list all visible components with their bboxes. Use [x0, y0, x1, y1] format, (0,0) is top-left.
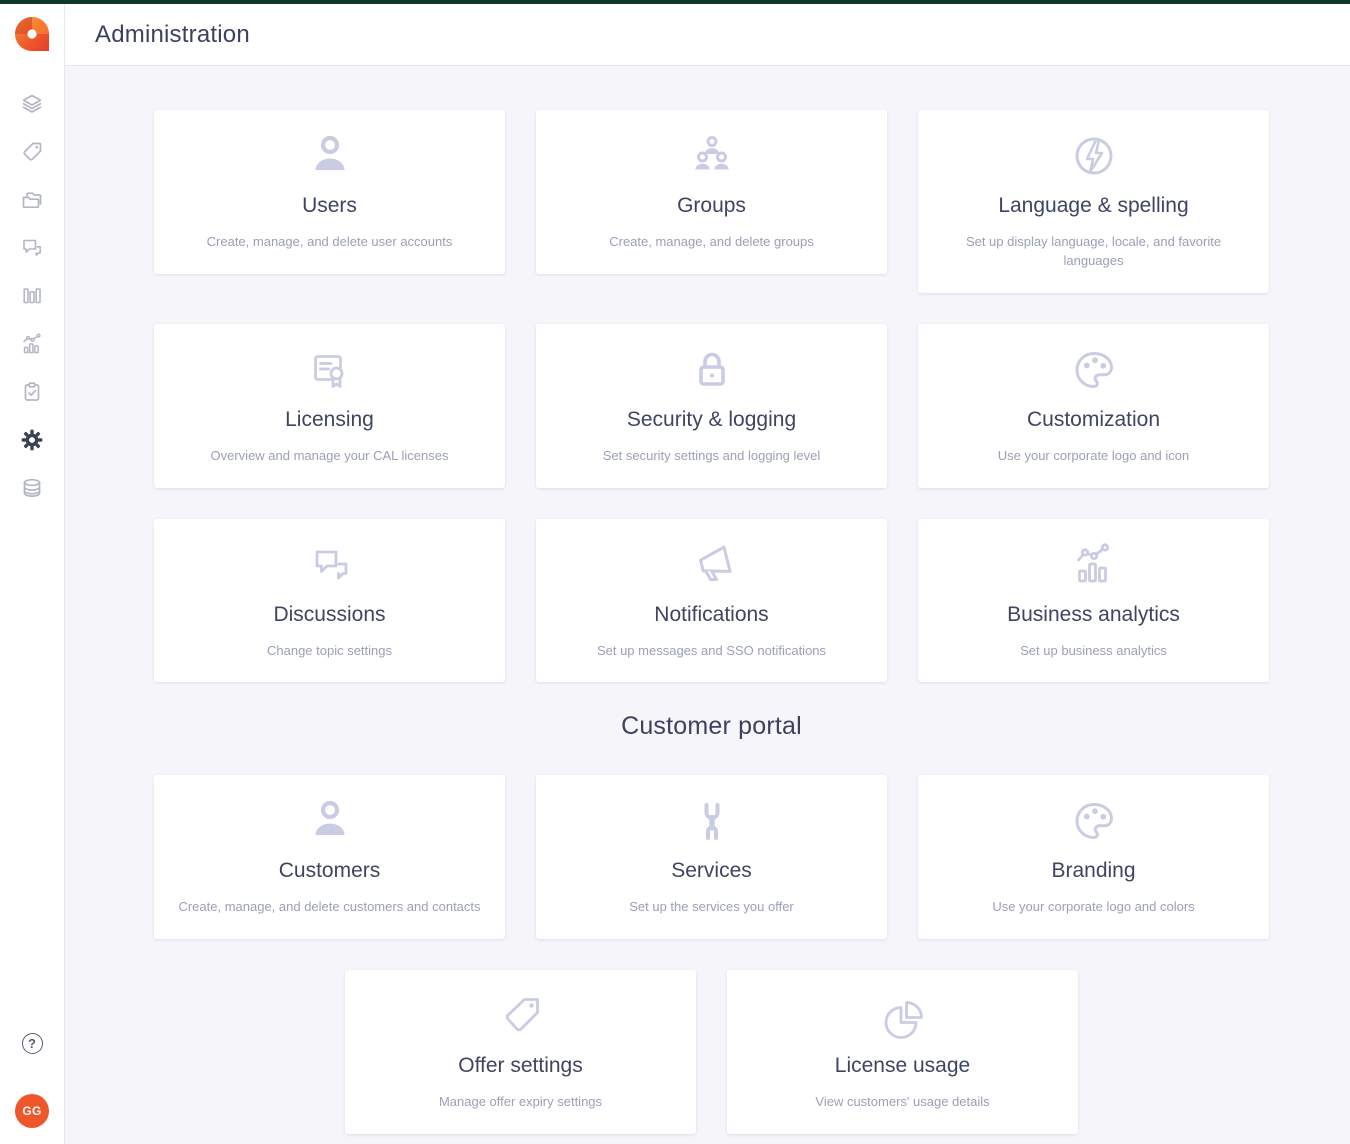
wrench-icon [560, 797, 863, 845]
sidebar-item-data[interactable] [0, 464, 64, 512]
folders-icon [20, 188, 44, 212]
sidebar-item-reports[interactable] [0, 272, 64, 320]
clipboard-check-icon [20, 380, 44, 404]
megaphone-icon [560, 541, 863, 589]
card-subtitle: Manage offer expiry settings [369, 1093, 672, 1112]
gear-icon [20, 428, 44, 452]
sidebar-item-tags[interactable] [0, 128, 64, 176]
card-subtitle: Set up display language, locale, and fav… [942, 233, 1245, 271]
card-title: Licensing [178, 408, 481, 432]
card-subtitle: View customers' usage details [751, 1093, 1054, 1112]
card-customization[interactable]: Customization Use your corporate logo an… [918, 324, 1269, 488]
card-title: Language & spelling [942, 194, 1245, 218]
app-logo[interactable] [14, 16, 50, 52]
card-title: Customization [942, 408, 1245, 432]
sidebar-item-streams[interactable] [0, 80, 64, 128]
user-icon [178, 797, 481, 845]
card-title: Offer settings [369, 1054, 672, 1078]
sidebar-item-administration[interactable] [0, 416, 64, 464]
portal-cards-grid: Customers Create, manage, and delete cus… [154, 775, 1269, 939]
card-title: Users [178, 194, 481, 218]
card-discussions[interactable]: Discussions Change topic settings [154, 519, 505, 683]
card-title: Services [560, 859, 863, 883]
card-subtitle: Create, manage, and delete user accounts [178, 233, 481, 252]
section-heading-customer-portal: Customer portal [154, 712, 1269, 741]
palette-icon [942, 346, 1245, 394]
bar-columns-icon [20, 284, 44, 308]
card-subtitle: Create, manage, and delete customers and… [178, 898, 481, 917]
card-groups[interactable]: Groups Create, manage, and delete groups [536, 110, 887, 274]
sidebar-item-discussions[interactable] [0, 224, 64, 272]
card-subtitle: Set up business analytics [942, 642, 1245, 661]
card-notifications[interactable]: Notifications Set up messages and SSO no… [536, 519, 887, 683]
card-subtitle: Set up messages and SSO notifications [560, 642, 863, 661]
card-licensing[interactable]: Licensing Overview and manage your CAL l… [154, 324, 505, 488]
lock-icon [560, 346, 863, 394]
chat-icon [20, 236, 44, 260]
card-subtitle: Use your corporate logo and colors [942, 898, 1245, 917]
main-content: Users Create, manage, and delete user ac… [65, 66, 1350, 1144]
layers-icon [20, 92, 44, 116]
palette-icon [942, 797, 1245, 845]
card-customers[interactable]: Customers Create, manage, and delete cus… [154, 775, 505, 939]
avatar[interactable]: GG [15, 1094, 49, 1128]
offer-tag-icon [369, 992, 672, 1040]
card-subtitle: Overview and manage your CAL licenses [178, 447, 481, 466]
card-title: Notifications [560, 603, 863, 627]
card-language-spelling[interactable]: Language & spelling Set up display langu… [918, 110, 1269, 293]
card-subtitle: Use your corporate logo and icon [942, 447, 1245, 466]
card-services[interactable]: Services Set up the services you offer [536, 775, 887, 939]
card-title: Security & logging [560, 408, 863, 432]
card-title: License usage [751, 1054, 1054, 1078]
database-icon [20, 476, 44, 500]
help-button[interactable]: ? [0, 1019, 64, 1067]
chat-bubbles-icon [178, 541, 481, 589]
page-header: Administration [65, 4, 1350, 66]
group-icon [560, 132, 863, 180]
tag-icon [20, 140, 44, 164]
card-title: Customers [178, 859, 481, 883]
card-subtitle: Create, manage, and delete groups [560, 233, 863, 252]
card-business-analytics[interactable]: Business analytics Set up business analy… [918, 519, 1269, 683]
help-icon: ? [22, 1033, 43, 1054]
card-license-usage[interactable]: License usage View customers' usage deta… [727, 970, 1078, 1134]
sidebar-item-tasks[interactable] [0, 368, 64, 416]
card-title: Branding [942, 859, 1245, 883]
sidebar-nav [0, 80, 64, 512]
card-users[interactable]: Users Create, manage, and delete user ac… [154, 110, 505, 274]
card-title: Groups [560, 194, 863, 218]
certificate-icon [178, 346, 481, 394]
analytics-icon [20, 332, 44, 356]
card-security-logging[interactable]: Security & logging Set security settings… [536, 324, 887, 488]
card-branding[interactable]: Branding Use your corporate logo and col… [918, 775, 1269, 939]
app-shell: ? GG Administration Users C [0, 4, 1350, 1144]
admin-cards-grid: Users Create, manage, and delete user ac… [154, 110, 1269, 682]
chart-icon [942, 541, 1245, 589]
sidebar-item-documents[interactable] [0, 176, 64, 224]
portal-bottom-row: Offer settings Manage offer expiry setti… [154, 970, 1269, 1134]
sidebar-bottom: ? GG [0, 1019, 64, 1144]
user-icon [178, 132, 481, 180]
card-subtitle: Set security settings and logging level [560, 447, 863, 466]
globe-bolt-icon [942, 132, 1245, 180]
main-area: Administration Users Create, manage, and… [65, 4, 1350, 1144]
card-subtitle: Set up the services you offer [560, 898, 863, 917]
card-title: Business analytics [942, 603, 1245, 627]
card-title: Discussions [178, 603, 481, 627]
pie-icon [751, 992, 1054, 1040]
sidebar-item-analytics[interactable] [0, 320, 64, 368]
card-subtitle: Change topic settings [178, 642, 481, 661]
card-offer-settings[interactable]: Offer settings Manage offer expiry setti… [345, 970, 696, 1134]
sidebar: ? GG [0, 4, 65, 1144]
page-title: Administration [95, 21, 250, 49]
